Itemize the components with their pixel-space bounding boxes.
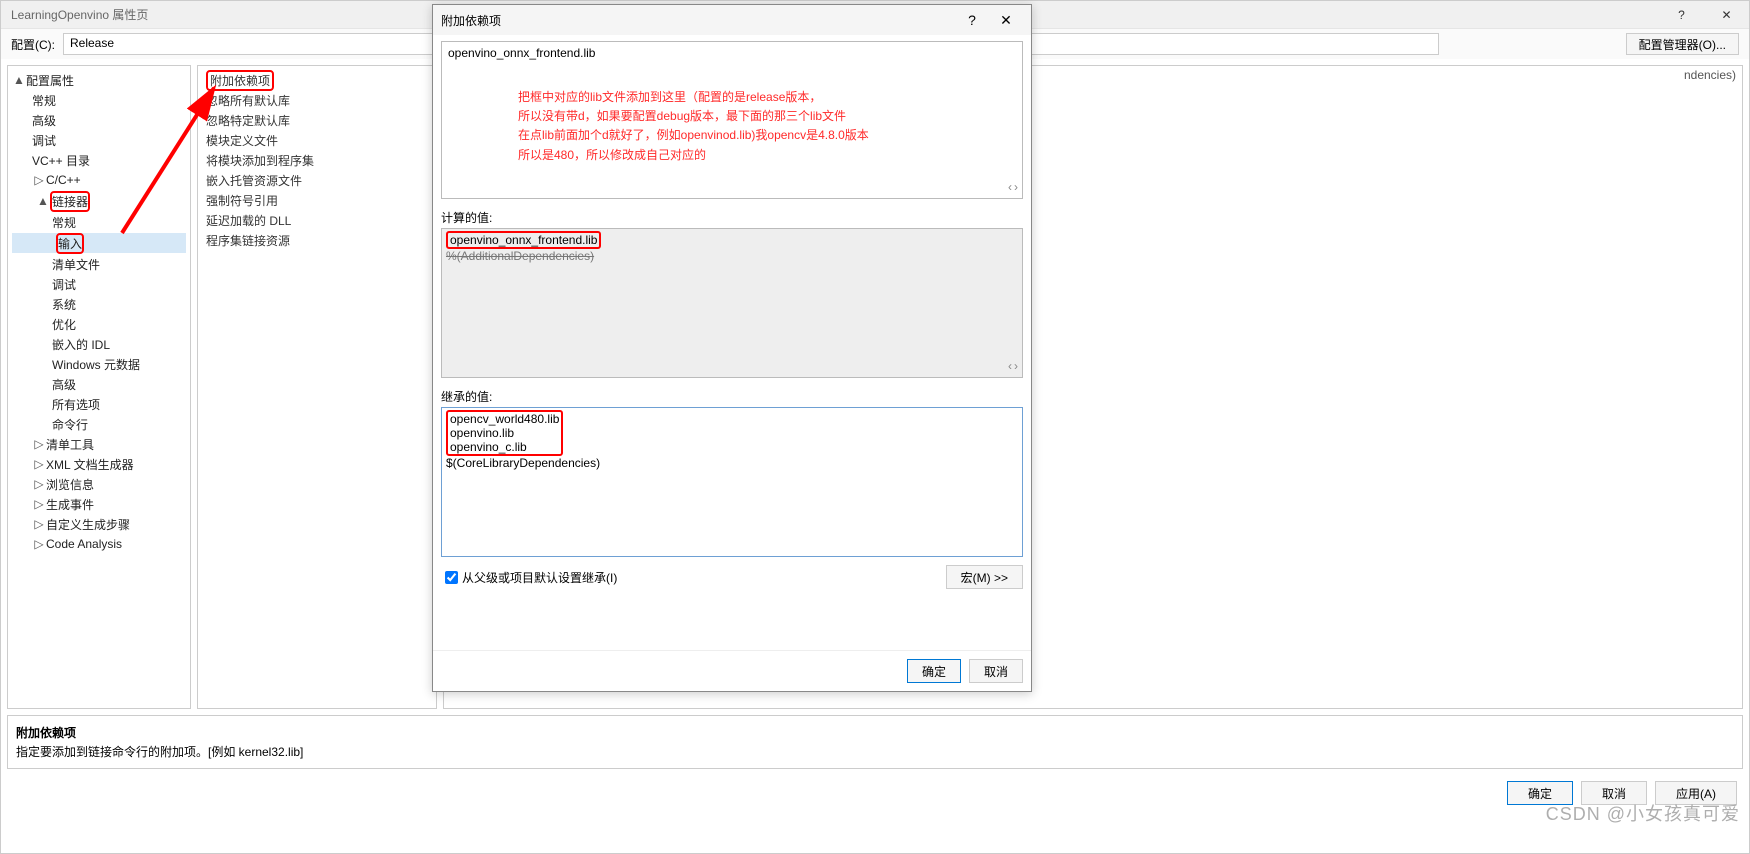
prop-row[interactable]: 将模块添加到程序集 <box>198 150 436 170</box>
help-icon[interactable]: ? <box>1659 1 1704 29</box>
tree-linker-child[interactable]: 所有选项 <box>8 394 190 414</box>
macro-button[interactable]: 宏(M) >> <box>946 565 1023 589</box>
inherited-value: $(CoreLibraryDependencies) <box>446 456 1018 470</box>
prop-additional-deps[interactable]: 附加依赖项 <box>198 70 436 90</box>
tree-linker-child[interactable]: 常规 <box>8 212 190 232</box>
partial-text: ndencies) <box>1684 68 1736 82</box>
inherited-values-box: opencv_world480.lib openvino.lib openvin… <box>441 407 1023 557</box>
chevron-left-icon[interactable]: ‹ <box>1008 180 1012 194</box>
chevron-left-icon[interactable]: ‹ <box>1008 359 1012 373</box>
tree-item[interactable]: ▷Code Analysis <box>8 534 190 554</box>
inherit-checkbox[interactable] <box>445 571 458 584</box>
inherit-label: 从父级或项目默认设置继承(I) <box>462 569 617 586</box>
prop-row[interactable]: 忽略特定默认库 <box>198 110 436 130</box>
desc-title: 附加依赖项 <box>16 724 1734 741</box>
dialog-title: 附加依赖项 <box>441 12 501 29</box>
tree-linker-child[interactable]: 命令行 <box>8 414 190 434</box>
inh-label: 继承的值: <box>441 388 1023 405</box>
tree-item[interactable]: ▷清单工具 <box>8 434 190 454</box>
config-label: 配置(C): <box>11 36 55 53</box>
tree-linker-input[interactable]: 输入 <box>12 233 186 253</box>
tree-root[interactable]: ▲配置属性 <box>8 70 190 90</box>
desc-text: 指定要添加到链接命令行的附加项。[例如 kernel32.lib] <box>16 743 1734 760</box>
calc-values-box: openvino_onnx_frontend.lib %(AdditionalD… <box>441 228 1023 378</box>
prop-row[interactable]: 忽略所有默认库 <box>198 90 436 110</box>
dialog-close-icon[interactable]: ✕ <box>989 5 1023 35</box>
annotation-text: 把框中对应的lib文件添加到这里（配置的是release版本， 所以没有带d，如… <box>448 88 1016 165</box>
dialog-ok-button[interactable]: 确定 <box>907 659 961 683</box>
chevron-right-icon[interactable]: › <box>1014 180 1018 194</box>
properties-list: 附加依赖项 忽略所有默认库 忽略特定默认库 模块定义文件 将模块添加到程序集 嵌… <box>197 65 437 709</box>
watermark: CSDN @小女孩真可爱 <box>1546 800 1740 826</box>
calc-value: %(AdditionalDependencies) <box>446 249 594 263</box>
tree-item[interactable]: 常规 <box>8 90 190 110</box>
inherit-row: 从父级或项目默认设置继承(I) 宏(M) >> <box>441 565 1023 589</box>
tree-linker-child[interactable]: 高级 <box>8 374 190 394</box>
main-footer: 确定 取消 应用(A) <box>1 775 1749 811</box>
tree-item[interactable]: ▷浏览信息 <box>8 474 190 494</box>
deps-editor-text: openvino_onnx_frontend.lib <box>448 46 1016 60</box>
chevron-right-icon[interactable]: › <box>1014 359 1018 373</box>
additional-deps-dialog: 附加依赖项 ? ✕ openvino_onnx_frontend.lib 把框中… <box>432 4 1032 692</box>
tree-linker-child[interactable]: 嵌入的 IDL <box>8 334 190 354</box>
config-manager-button[interactable]: 配置管理器(O)... <box>1626 33 1739 55</box>
tree-linker-child[interactable]: 调试 <box>8 274 190 294</box>
window-title: LearningOpenvino 属性页 <box>11 6 148 23</box>
prop-row[interactable]: 强制符号引用 <box>198 190 436 210</box>
dialog-help-icon[interactable]: ? <box>955 5 989 35</box>
tree-item[interactable]: ▷自定义生成步骤 <box>8 514 190 534</box>
tree-linker-child[interactable]: 优化 <box>8 314 190 334</box>
inherited-highlight: opencv_world480.lib openvino.lib openvin… <box>446 410 563 456</box>
prop-row[interactable]: 模块定义文件 <box>198 130 436 150</box>
deps-editor[interactable]: openvino_onnx_frontend.lib 把框中对应的lib文件添加… <box>441 41 1023 199</box>
property-tree[interactable]: ▲配置属性 常规 高级 调试 VC++ 目录 ▷C/C++ ▲链接器 常规 输入… <box>7 65 191 709</box>
tree-item[interactable]: ▷生成事件 <box>8 494 190 514</box>
calc-label: 计算的值: <box>441 209 1023 226</box>
prop-row[interactable]: 程序集链接资源 <box>198 230 436 250</box>
tree-item[interactable]: VC++ 目录 <box>8 150 190 170</box>
prop-row[interactable]: 延迟加载的 DLL <box>198 210 436 230</box>
tree-linker-child[interactable]: 清单文件 <box>8 254 190 274</box>
dialog-footer: 确定 取消 <box>433 650 1031 691</box>
tree-linker[interactable]: ▲链接器 <box>12 191 186 211</box>
tree-item[interactable]: 调试 <box>8 130 190 150</box>
close-icon[interactable]: ✕ <box>1704 1 1749 29</box>
tree-item[interactable]: ▷XML 文档生成器 <box>8 454 190 474</box>
tree-item[interactable]: 高级 <box>8 110 190 130</box>
tree-cc[interactable]: ▷C/C++ <box>8 170 190 190</box>
tree-linker-child[interactable]: Windows 元数据 <box>8 354 190 374</box>
config-value: Release <box>70 36 114 50</box>
description-panel: 附加依赖项 指定要添加到链接命令行的附加项。[例如 kernel32.lib] <box>7 715 1743 769</box>
dialog-titlebar: 附加依赖项 ? ✕ <box>433 5 1031 35</box>
dialog-cancel-button[interactable]: 取消 <box>969 659 1023 683</box>
prop-row[interactable]: 嵌入托管资源文件 <box>198 170 436 190</box>
calc-value-hl: openvino_onnx_frontend.lib <box>446 231 601 249</box>
tree-linker-child[interactable]: 系统 <box>8 294 190 314</box>
dialog-body: openvino_onnx_frontend.lib 把框中对应的lib文件添加… <box>433 35 1031 650</box>
